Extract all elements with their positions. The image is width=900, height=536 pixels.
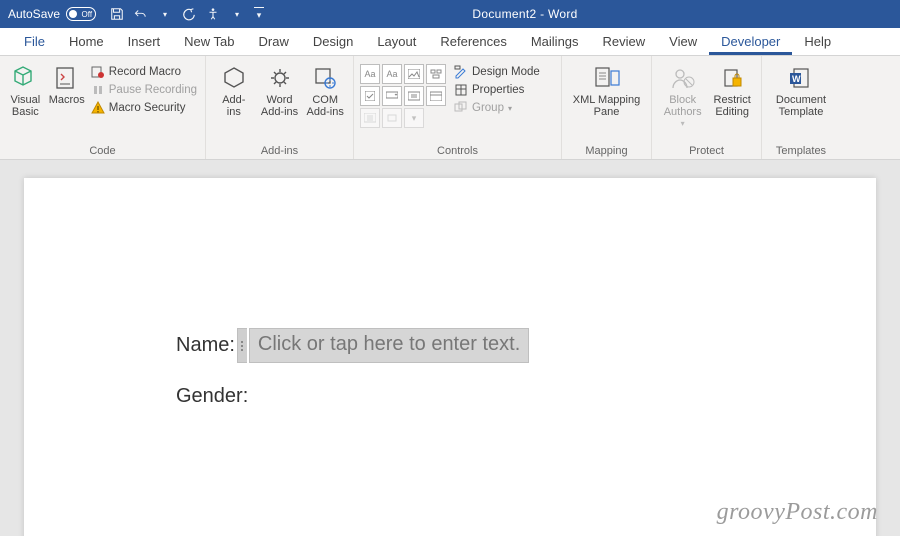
save-icon[interactable] [110, 7, 124, 21]
tab-design[interactable]: Design [301, 29, 365, 55]
group-templates: W Document Template Templates [762, 56, 840, 159]
name-row: Name: Click or tap here to enter text. [176, 328, 726, 363]
name-content-control[interactable]: Click or tap here to enter text. [249, 328, 529, 363]
group-label: Templates [768, 143, 834, 157]
group-label: Controls [360, 143, 555, 157]
block-authors-button: Block Authors ▾ [658, 60, 707, 133]
svg-text:W: W [792, 74, 801, 84]
gear-icon [266, 64, 294, 92]
autosave-toggle[interactable]: AutoSave Off [0, 7, 104, 21]
group-mapping: XML Mapping Pane Mapping [562, 56, 652, 159]
combobox-control-icon[interactable] [382, 86, 402, 106]
design-mode-icon [454, 65, 468, 79]
tab-new-tab[interactable]: New Tab [172, 29, 246, 55]
group-button: Group ▾ [452, 100, 542, 116]
macros-icon [53, 64, 81, 92]
placeholder-text: Click or tap here to enter text. [258, 333, 520, 355]
tab-references[interactable]: References [428, 29, 518, 55]
tab-insert[interactable]: Insert [116, 29, 173, 55]
addins-icon [220, 64, 248, 92]
design-mode-button[interactable]: Design Mode [452, 64, 542, 80]
pause-icon [91, 83, 105, 97]
group-code: Visual Basic Macros Record Macro Pause R… [0, 56, 206, 159]
content-control-handle[interactable] [237, 328, 247, 363]
autosave-label: AutoSave [8, 7, 60, 21]
pause-recording-button: Pause Recording [89, 82, 199, 98]
lock-icon [718, 64, 746, 92]
tab-developer[interactable]: Developer [709, 29, 792, 55]
ribbon-tabs: File Home Insert New Tab Draw Design Lay… [0, 28, 900, 56]
document-template-button[interactable]: W Document Template [768, 60, 834, 122]
chevron-down-icon: ▾ [508, 104, 512, 113]
group-label: Code [6, 143, 199, 157]
undo-icon[interactable] [134, 7, 148, 21]
macro-security-button[interactable]: Macro Security [89, 100, 199, 116]
tab-home[interactable]: Home [57, 29, 116, 55]
chevron-down-icon: ▾ [681, 120, 685, 129]
gender-row: Gender: [176, 385, 726, 408]
addins-button[interactable]: Add- ins [212, 60, 256, 122]
group-label: Protect [658, 143, 755, 157]
accessibility-icon[interactable] [206, 7, 220, 21]
tab-file[interactable]: File [12, 29, 57, 55]
dropdown-control-icon[interactable] [404, 86, 424, 106]
repeating-control-icon[interactable] [360, 108, 380, 128]
rich-text-control-icon[interactable]: Aa [360, 64, 380, 84]
watermark: groovyPost.com [717, 499, 878, 526]
word-document-icon: W [787, 64, 815, 92]
group-protect: Block Authors ▾ Restrict Editing Protect [652, 56, 762, 159]
quick-access-toolbar: ▾ ▾ ▾ [104, 7, 270, 21]
date-picker-control-icon[interactable] [426, 86, 446, 106]
group-icon [454, 101, 468, 115]
tab-draw[interactable]: Draw [247, 29, 301, 55]
visual-basic-button[interactable]: Visual Basic [6, 60, 45, 122]
ribbon: Visual Basic Macros Record Macro Pause R… [0, 56, 900, 160]
window-title: Document2 - Word [270, 7, 780, 21]
gender-label: Gender: [176, 385, 248, 408]
xml-mapping-button[interactable]: XML Mapping Pane [568, 60, 645, 122]
chevron-down-icon[interactable]: ▾ [230, 7, 244, 21]
tab-layout[interactable]: Layout [365, 29, 428, 55]
word-addins-button[interactable]: Word Add-ins [258, 60, 302, 122]
building-block-control-icon[interactable] [426, 64, 446, 84]
record-icon [91, 65, 105, 79]
plain-text-control-icon[interactable]: Aa [382, 64, 402, 84]
xml-mapping-icon [593, 64, 621, 92]
tab-mailings[interactable]: Mailings [519, 29, 591, 55]
com-addins-button[interactable]: COM Add-ins [303, 60, 347, 122]
macros-button[interactable]: Macros [47, 60, 87, 110]
tab-view[interactable]: View [657, 29, 709, 55]
controls-gallery: Aa Aa ▾ [360, 60, 446, 128]
chevron-down-icon[interactable]: ▾ [158, 7, 172, 21]
title-bar: AutoSave Off ▾ ▾ ▾ Document2 - Word [0, 0, 900, 28]
redo-icon[interactable] [182, 7, 196, 21]
group-label: Mapping [568, 143, 645, 157]
block-authors-icon [669, 64, 697, 92]
com-addins-icon [311, 64, 339, 92]
legacy-dropdown-icon[interactable]: ▾ [404, 108, 424, 128]
page[interactable]: Name: Click or tap here to enter text. G… [24, 178, 876, 536]
group-controls: Aa Aa ▾ Design Mode Propertie [354, 56, 562, 159]
group-addins: Add- ins Word Add-ins COM Add-ins Add-in… [206, 56, 354, 159]
picture-control-icon[interactable] [404, 64, 424, 84]
group-label: Add-ins [212, 143, 347, 157]
properties-icon [454, 83, 468, 97]
name-label: Name: [176, 334, 235, 357]
qat-customize-icon[interactable]: ▾ [254, 7, 264, 21]
toggle-off-icon: Off [66, 7, 96, 21]
tab-review[interactable]: Review [591, 29, 658, 55]
restrict-editing-button[interactable]: Restrict Editing [709, 60, 755, 122]
properties-button[interactable]: Properties [452, 82, 542, 98]
warning-icon [91, 101, 105, 115]
visual-basic-icon [11, 64, 39, 92]
checkbox-control-icon[interactable] [360, 86, 380, 106]
tab-help[interactable]: Help [792, 29, 843, 55]
document-area: Name: Click or tap here to enter text. G… [0, 160, 900, 536]
legacy-tools-icon[interactable] [382, 108, 402, 128]
record-macro-button[interactable]: Record Macro [89, 64, 199, 80]
